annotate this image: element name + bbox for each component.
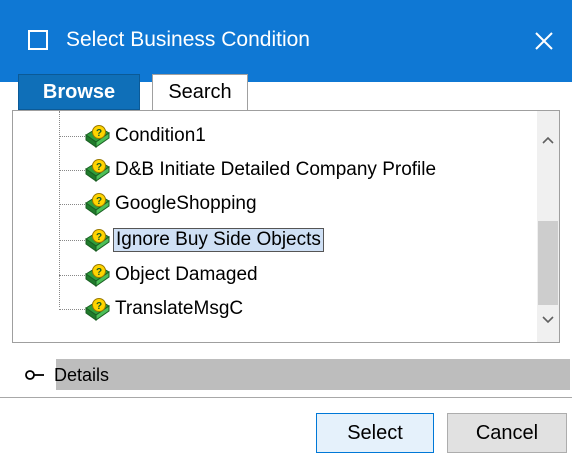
window-icon xyxy=(28,30,48,50)
tree-item-googleshopping[interactable]: ? GoogleShopping xyxy=(59,189,259,219)
chevron-up-icon xyxy=(542,136,554,144)
details-label: Details xyxy=(54,364,110,385)
window-title: Select Business Condition xyxy=(66,28,310,51)
scroll-up-button[interactable] xyxy=(537,129,559,151)
tree-item-translatemsgc[interactable]: ? TranslateMsgC xyxy=(59,294,245,324)
tree-item-dnb-profile[interactable]: ? D&B Initiate Detailed Company Profile xyxy=(59,155,438,185)
svg-text:?: ? xyxy=(96,301,102,312)
tree-item-label: TranslateMsgC xyxy=(115,298,244,319)
svg-text:?: ? xyxy=(96,162,102,173)
business-condition-icon: ? xyxy=(85,229,110,252)
svg-text:?: ? xyxy=(96,128,102,139)
tree-item-label: D&B Initiate Detailed Company Profile xyxy=(115,159,437,180)
scroll-thumb[interactable] xyxy=(538,221,558,305)
condition-tree[interactable]: ? Condition1 ? D&B Initiate Detailed Com… xyxy=(12,110,560,343)
business-condition-icon: ? xyxy=(85,264,110,287)
tree-item-condition1[interactable]: ? Condition1 xyxy=(59,121,208,151)
select-button[interactable]: Select xyxy=(316,413,434,453)
svg-text:?: ? xyxy=(96,196,102,207)
close-icon xyxy=(535,32,553,50)
tab-search[interactable]: Search xyxy=(152,74,248,110)
expand-toggle-icon xyxy=(25,370,44,380)
scroll-down-button[interactable] xyxy=(537,309,559,331)
footer-separator xyxy=(0,397,572,398)
tree-item-label-selected: Ignore Buy Side Objects xyxy=(113,228,324,252)
cancel-button[interactable]: Cancel xyxy=(447,413,567,453)
chevron-down-icon xyxy=(542,316,554,324)
details-toggle[interactable]: Details xyxy=(24,362,109,388)
business-condition-icon: ? xyxy=(85,159,110,182)
tab-browse[interactable]: Browse xyxy=(18,74,140,110)
tree-item-object-damaged[interactable]: ? Object Damaged xyxy=(59,260,260,290)
tree-item-ignore-buy-side[interactable]: ? Ignore Buy Side Objects xyxy=(59,225,324,255)
tree-item-label: GoogleShopping xyxy=(115,193,257,214)
tree-item-label: Condition1 xyxy=(115,125,206,146)
details-header-bar[interactable] xyxy=(56,359,570,390)
title-bar: Select Business Condition xyxy=(0,0,572,82)
tab-strip: Browse Search xyxy=(12,74,560,110)
business-condition-icon: ? xyxy=(85,125,110,148)
svg-text:?: ? xyxy=(96,232,102,243)
tree-item-label: Object Damaged xyxy=(115,264,258,285)
svg-text:?: ? xyxy=(96,267,102,278)
close-button[interactable] xyxy=(516,20,572,62)
vertical-scrollbar[interactable] xyxy=(537,111,559,342)
business-condition-icon: ? xyxy=(85,298,110,321)
business-condition-icon: ? xyxy=(85,193,110,216)
